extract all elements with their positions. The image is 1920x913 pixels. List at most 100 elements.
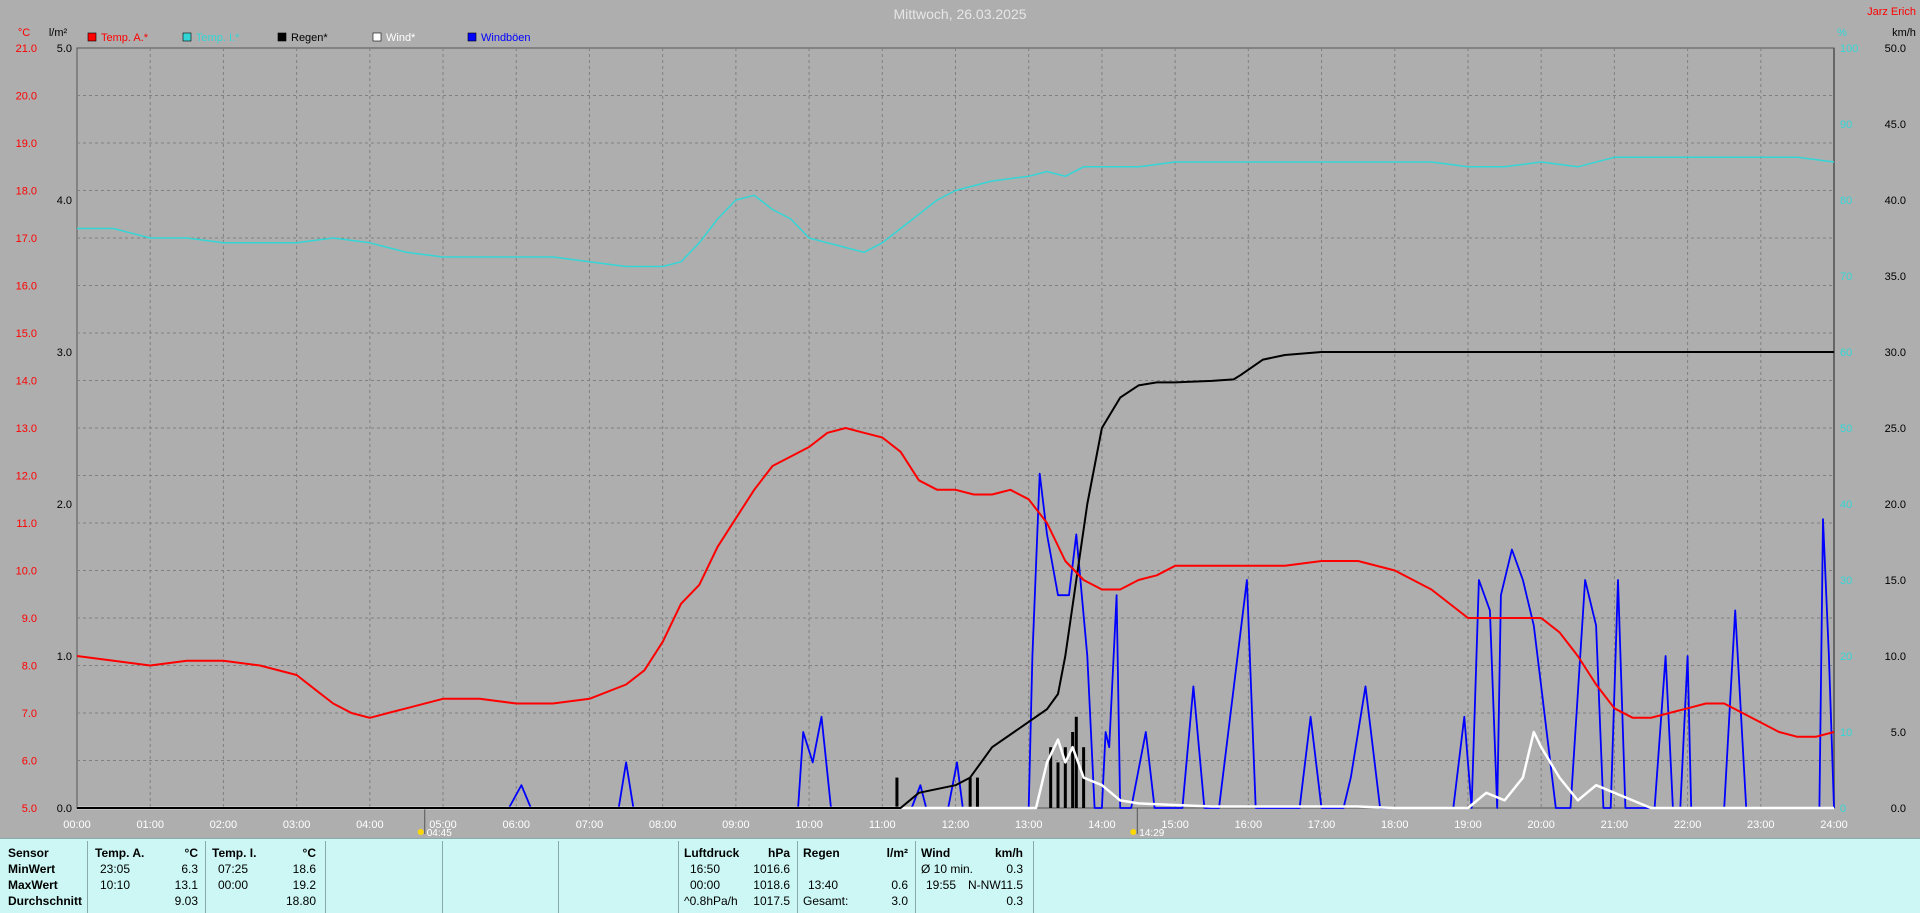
temp-a-min-time: 23:05 xyxy=(100,862,131,876)
temp-tick-label: 21.0 xyxy=(16,43,37,55)
temp-a-max-value: 13.1 xyxy=(174,878,198,892)
legend-swatch xyxy=(372,32,382,42)
rain-tick-label: 0.0 xyxy=(57,803,72,815)
rain-tick-label: 4.0 xyxy=(57,195,72,207)
humidity-tick-label: 10 xyxy=(1840,727,1852,739)
humidity-tick-label: 50 xyxy=(1840,423,1852,435)
x-tick-label: 00:00 xyxy=(63,819,91,831)
humidity-tick-label: 30 xyxy=(1840,575,1852,587)
x-tick-label: 20:00 xyxy=(1527,819,1555,831)
x-tick-label: 06:00 xyxy=(502,819,530,831)
x-tick-label: 16:00 xyxy=(1235,819,1263,831)
chart-title: Mittwoch, 26.03.2025 xyxy=(893,6,1026,22)
rain-bar xyxy=(1056,762,1060,808)
humidity-axis-unit: % xyxy=(1837,27,1847,39)
x-tick-label: 18:00 xyxy=(1381,819,1409,831)
legend-label: Temp. I.* xyxy=(196,32,240,44)
humidity-tick-label: 90 xyxy=(1840,119,1852,131)
stats-panel: Sensor MinWert MaxWert Durchschnitt Temp… xyxy=(0,838,1920,913)
humidity-tick-label: 60 xyxy=(1840,347,1852,359)
luftdruck-min-value: 1016.6 xyxy=(753,862,790,876)
temp-tick-label: 11.0 xyxy=(16,518,37,530)
temp-tick-label: 17.0 xyxy=(16,233,37,245)
avg-label: Durchschnitt xyxy=(8,894,83,908)
x-tick-label: 24:00 xyxy=(1820,819,1848,831)
wind-avg10-value: 0.3 xyxy=(1006,862,1023,876)
sunset-icon xyxy=(1130,829,1137,835)
wind-tick-label: 10.0 xyxy=(1885,651,1906,663)
x-tick-label: 17:00 xyxy=(1308,819,1336,831)
temp-tick-label: 18.0 xyxy=(16,186,37,198)
legend-label: Windböen xyxy=(481,32,531,44)
wind-tick-label: 30.0 xyxy=(1885,347,1906,359)
grid xyxy=(76,47,1835,809)
legend-label: Wind* xyxy=(386,32,416,44)
sunrise-icon xyxy=(417,829,424,835)
temp-a-title: Temp. A. xyxy=(95,846,145,860)
temp-axis-unit: °C xyxy=(18,27,30,39)
temp-a-avg: 9.03 xyxy=(174,894,198,908)
wind-tick-label: 20.0 xyxy=(1885,499,1906,511)
sunrise-time-label: 04:45 xyxy=(427,828,452,838)
x-tick-label: 07:00 xyxy=(576,819,604,831)
wind-avg: 0.3 xyxy=(1006,894,1023,908)
luftdruck-min-time: 16:50 xyxy=(690,862,721,876)
rain-axis-unit: l/m² xyxy=(49,27,68,39)
legend-swatch xyxy=(467,32,477,42)
x-tick-label: 15:00 xyxy=(1161,819,1189,831)
temp-tick-label: 16.0 xyxy=(16,281,37,293)
rain-tick-label: 2.0 xyxy=(57,499,72,511)
wind-axis-unit: km/h xyxy=(1892,27,1916,39)
temp-i-min-value: 18.6 xyxy=(292,862,316,876)
rain-bar xyxy=(1071,732,1075,808)
humidity-tick-label: 20 xyxy=(1840,651,1852,663)
temp-tick-label: 19.0 xyxy=(16,138,37,150)
temp-tick-label: 9.0 xyxy=(22,613,37,625)
x-tick-label: 14:00 xyxy=(1088,819,1116,831)
luftdruck-trend: ^0.8hPa/h xyxy=(684,894,738,908)
wind-max-value: 11.5 xyxy=(1000,878,1023,892)
temp-a-min-value: 6.3 xyxy=(181,862,198,876)
luftdruck-unit: hPa xyxy=(767,846,790,860)
temp-a-max-time: 10:10 xyxy=(100,878,131,892)
wind-tick-label: 0.0 xyxy=(1891,803,1906,815)
station-name: Jarz Erich xyxy=(1867,6,1916,18)
temp-i-min-time: 07:25 xyxy=(218,862,249,876)
temp-i-max-time: 00:00 xyxy=(218,878,249,892)
temp-tick-label: 8.0 xyxy=(22,661,37,673)
temp-tick-label: 13.0 xyxy=(16,423,37,435)
weather-chart: Mittwoch, 26.03.2025 Jarz Erich °C l/m² … xyxy=(16,6,1916,838)
x-tick-label: 23:00 xyxy=(1747,819,1775,831)
temp-i-max-value: 19.2 xyxy=(292,878,316,892)
x-tick-label: 03:00 xyxy=(283,819,311,831)
sensor-label: Sensor xyxy=(8,846,49,860)
humidity-tick-label: 0 xyxy=(1840,803,1846,815)
rain-tick-label: 5.0 xyxy=(57,43,72,55)
rain-bar xyxy=(968,777,972,808)
wind-title: Wind xyxy=(921,846,951,860)
luftdruck-avg: 1017.5 xyxy=(753,894,790,908)
x-tick-label: 10:00 xyxy=(795,819,823,831)
rain-bar xyxy=(975,777,979,808)
x-tick-label: 08:00 xyxy=(649,819,677,831)
legend-swatch xyxy=(277,32,287,42)
min-label: MinWert xyxy=(8,862,56,876)
temp-tick-label: 10.0 xyxy=(16,566,37,578)
rain-tick-label: 3.0 xyxy=(57,347,72,359)
wind-tick-label: 5.0 xyxy=(1891,727,1906,739)
wind-unit: km/h xyxy=(994,846,1023,860)
temp-tick-label: 12.0 xyxy=(16,471,37,483)
regen-total-label: Gesamt: xyxy=(803,894,849,908)
humidity-tick-label: 100 xyxy=(1840,43,1858,55)
rain-tick-label: 1.0 xyxy=(57,651,72,663)
humidity-tick-label: 70 xyxy=(1840,271,1852,283)
x-tick-label: 12:00 xyxy=(942,819,970,831)
temp-i-title: Temp. I. xyxy=(212,846,257,860)
temp-tick-label: 5.0 xyxy=(22,803,37,815)
temp-a-unit: °C xyxy=(184,846,198,860)
legend-label: Regen* xyxy=(291,32,328,44)
x-tick-label: 01:00 xyxy=(136,819,164,831)
x-tick-label: 11:00 xyxy=(869,819,896,831)
x-tick-label: 22:00 xyxy=(1674,819,1702,831)
wind-tick-label: 40.0 xyxy=(1885,195,1906,207)
